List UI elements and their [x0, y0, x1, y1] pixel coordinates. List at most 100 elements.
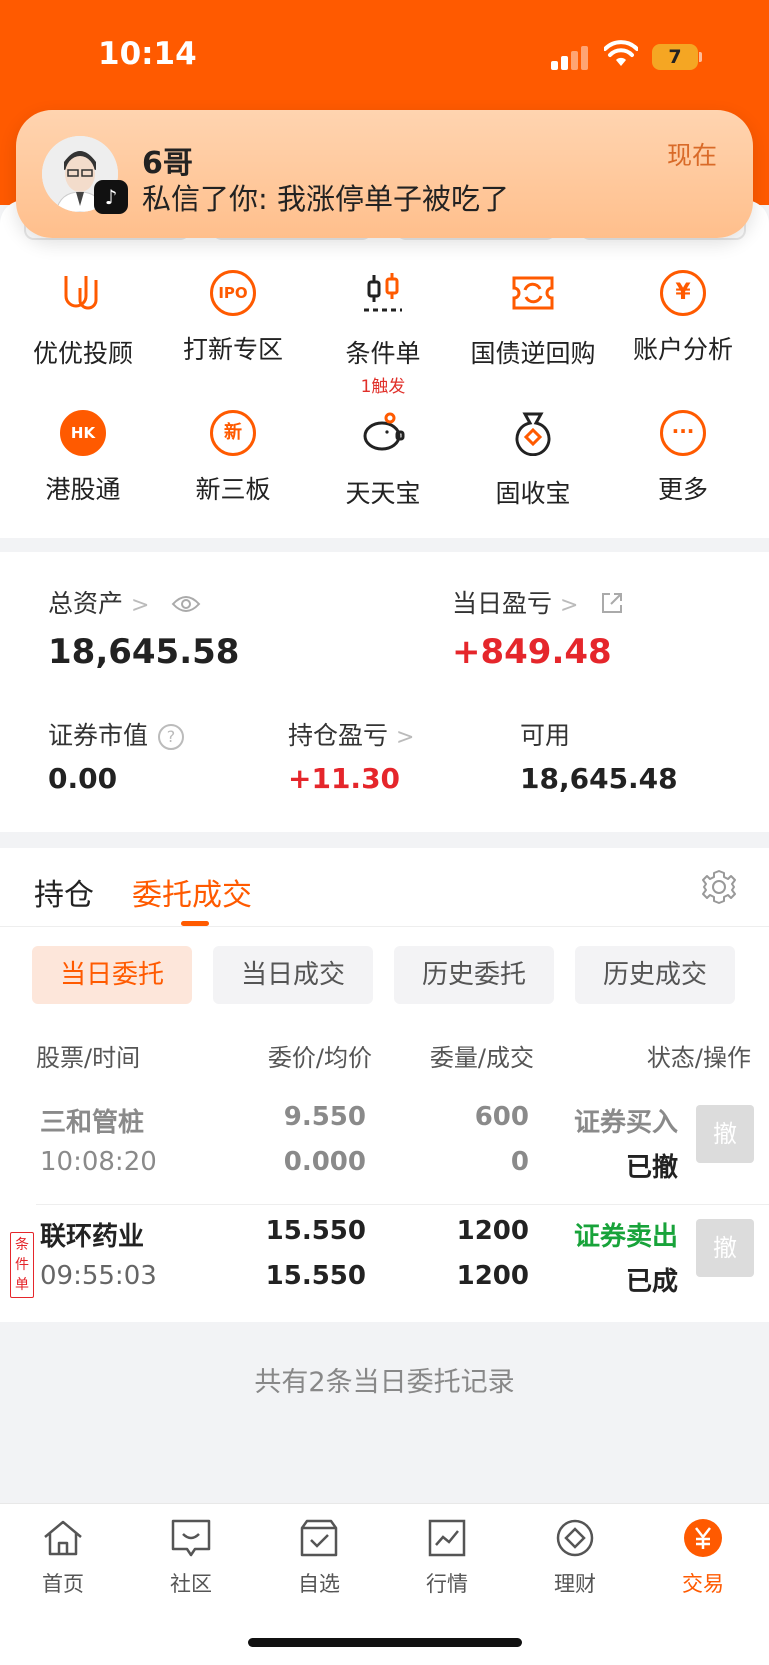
total-assets-value: 18,645.58 [48, 632, 240, 672]
market-value-row: 证券市值? [48, 716, 185, 752]
available-label: 可用 [520, 721, 571, 750]
shortcut-hk-connect[interactable]: HK 港股通 [8, 410, 158, 506]
message-notification-banner[interactable]: ♪ 6哥 私信了你: 我涨停单子被吃了 现在 [16, 110, 753, 238]
notification-message: 私信了你: 我涨停单子被吃了 [142, 182, 509, 216]
nav-label: 首页 [42, 1572, 84, 1596]
chevron-right-icon: > [396, 725, 415, 750]
order-price: 9.550 [283, 1102, 366, 1132]
order-count-note: 共有2条当日委托记录 [254, 1367, 515, 1398]
shortcut-label: 新三板 [195, 475, 271, 504]
nav-label: 理财 [554, 1572, 596, 1596]
shortcut-gushoubao[interactable]: 固收宝 [458, 410, 608, 510]
condition-order-tag: 条件单 [10, 1232, 34, 1298]
nav-wealth[interactable]: 理财 [525, 1518, 625, 1598]
shortcut-account-analysis[interactable]: ¥ 账户分析 [608, 270, 758, 366]
column-status: 状态/操作 [646, 1044, 751, 1072]
shortcut-tiantianbao[interactable]: 天天宝 [308, 410, 458, 510]
share-icon[interactable] [600, 591, 624, 615]
shortcut-condition-order[interactable]: 条件单 1触发 [308, 270, 458, 397]
column-price: 委价/均价 [267, 1044, 372, 1072]
status-time: 10:14 [98, 36, 197, 72]
shortcut-neeq[interactable]: 新 新三板 [158, 410, 308, 506]
shortcut-label: 港股通 [45, 475, 121, 504]
cellular-signal-icon [551, 44, 591, 70]
order-time: 09:55:03 [40, 1261, 157, 1291]
average-price: 15.550 [265, 1261, 366, 1291]
chevron-right-icon: > [131, 593, 150, 618]
nav-label: 社区 [170, 1572, 212, 1596]
order-price: 15.550 [265, 1216, 366, 1246]
nav-label: 交易 [682, 1572, 724, 1596]
order-status: 已撤 [625, 1153, 678, 1183]
column-quantity: 委量/成交 [429, 1044, 534, 1072]
available-value: 18,645.48 [520, 762, 678, 795]
gear-icon[interactable] [700, 868, 738, 906]
money-bag-icon [515, 412, 551, 457]
shortcut-more[interactable]: ··· 更多 [608, 410, 758, 506]
piggy-bank-icon [363, 412, 405, 451]
trade-icon [684, 1519, 722, 1557]
order-time: 10:08:20 [40, 1147, 157, 1177]
position-pl-label: 持仓盈亏 [288, 721, 389, 750]
cancel-order-button[interactable]: 撤 [696, 1219, 754, 1277]
tiktok-icon: ♪ [94, 180, 128, 214]
status-bar: 10:14 7 [0, 0, 769, 110]
nav-label: 行情 [426, 1572, 468, 1596]
eye-icon[interactable] [171, 594, 201, 614]
nav-home[interactable]: 首页 [13, 1518, 113, 1598]
table-row[interactable]: 条件单 联环药业 09:55:03 15.550 15.550 1200 120… [0, 1206, 769, 1320]
daily-pl-row[interactable]: 当日盈亏 > [452, 584, 624, 620]
shortcut-label: 天天宝 [345, 479, 421, 508]
total-assets-row[interactable]: 总资产 > [48, 584, 201, 620]
position-pl-value: +11.30 [288, 762, 401, 795]
market-value: 0.00 [48, 762, 118, 795]
shortcut-ipo[interactable]: IPO 打新专区 [158, 270, 308, 366]
tab-orders-trades[interactable]: 委托成交 [132, 870, 252, 914]
shortcut-label: 条件单 [345, 339, 421, 368]
nav-community[interactable]: 社区 [141, 1518, 241, 1598]
divider [0, 926, 769, 927]
shortcut-uu-advisor[interactable]: 优优投顾 [8, 270, 158, 370]
watchlist-icon [300, 1519, 338, 1557]
nav-market[interactable]: 行情 [397, 1518, 497, 1598]
table-row[interactable]: 三和管桩 10:08:20 9.550 0.000 600 0 证券买入 已撤 … [0, 1092, 769, 1206]
home-indicator [248, 1638, 522, 1647]
ipo-icon: IPO [210, 270, 256, 316]
position-pl-row[interactable]: 持仓盈亏 > [288, 716, 414, 752]
nav-label: 自选 [298, 1572, 340, 1596]
nav-trade[interactable]: 交易 [653, 1518, 753, 1598]
battery-tip [699, 52, 702, 62]
account-analysis-icon: ¥ [660, 270, 706, 316]
order-status: 已成 [625, 1267, 678, 1297]
hk-connect-icon: HK [60, 410, 106, 456]
market-value-label: 证券市值 [48, 721, 149, 750]
subtab-today-orders[interactable]: 当日委托 [32, 946, 192, 1004]
order-quantity: 600 [474, 1102, 529, 1132]
daily-pl-label: 当日盈亏 [452, 589, 553, 618]
tab-holdings[interactable]: 持仓 [34, 870, 94, 914]
order-quantity: 1200 [456, 1216, 529, 1246]
order-side: 证券卖出 [573, 1222, 678, 1252]
subtab-history-trades[interactable]: 历史成交 [575, 946, 735, 1004]
daily-pl-value: +849.48 [452, 632, 612, 672]
condition-order-icon [364, 273, 402, 312]
shortcut-reverse-repo[interactable]: 国债逆回购 [458, 270, 608, 370]
cancel-order-button[interactable]: 撤 [696, 1105, 754, 1163]
stock-name: 三和管桩 [40, 1108, 145, 1138]
battery-indicator: 7 [652, 44, 698, 70]
shortcut-label: 账户分析 [632, 335, 733, 364]
help-icon[interactable]: ? [158, 724, 185, 750]
more-icon: ··· [660, 410, 706, 456]
filled-quantity: 1200 [456, 1261, 529, 1291]
wifi-icon [604, 40, 638, 66]
neeq-icon: 新 [210, 410, 256, 456]
community-icon [171, 1519, 211, 1557]
subtab-today-trades[interactable]: 当日成交 [213, 946, 373, 1004]
nav-watchlist[interactable]: 自选 [269, 1518, 369, 1598]
shortcut-label: 国债逆回购 [470, 339, 596, 368]
asset-summary: 总资产 > 18,645.58 当日盈亏 > +849.48 证券市值? 0.00 … [0, 552, 769, 832]
shortcut-label: 更多 [657, 475, 708, 504]
column-stock-time: 股票/时间 [36, 1044, 141, 1072]
subtab-history-orders[interactable]: 历史委托 [394, 946, 554, 1004]
notification-time: 现在 [666, 141, 717, 170]
